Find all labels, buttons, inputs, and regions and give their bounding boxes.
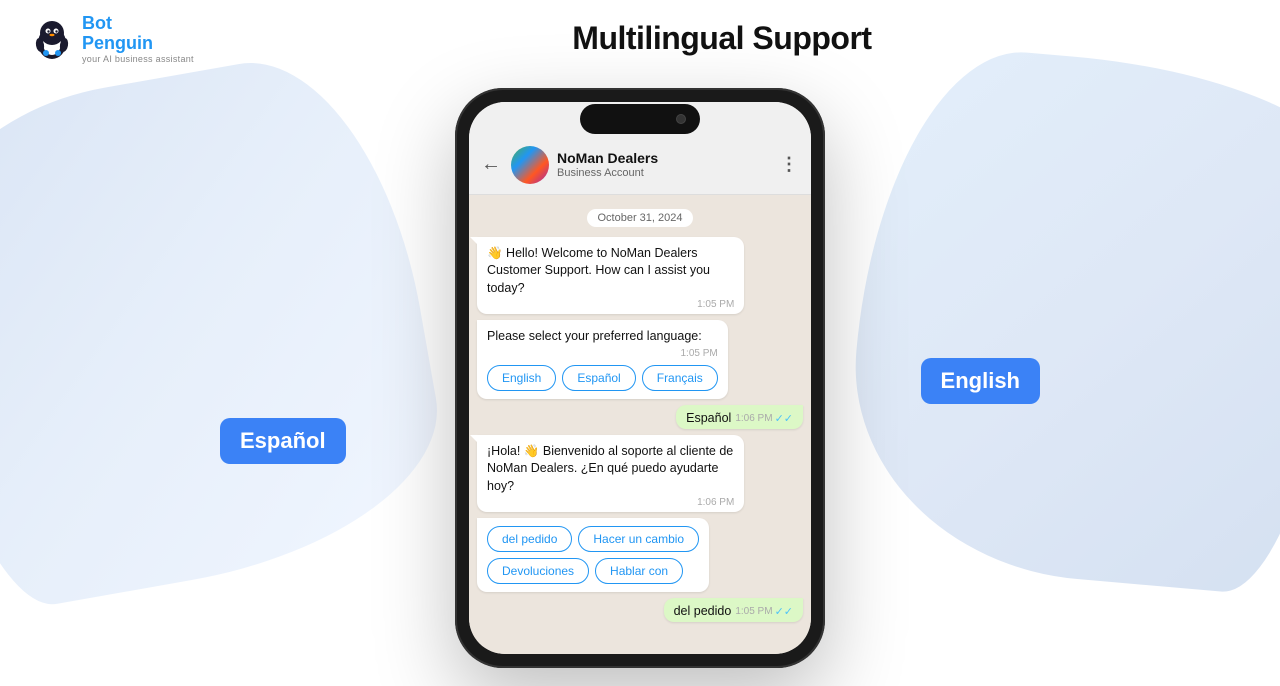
- float-badge-espanol: Español: [220, 418, 346, 464]
- msg-tick: ✓✓: [775, 412, 793, 425]
- msg-outgoing-espanol: Español 1:06 PM ✓✓: [676, 405, 803, 429]
- msg-pedido-time: 1:05 PM: [735, 606, 772, 617]
- msg-spanish-time: 1:06 PM: [487, 497, 734, 508]
- msg-spanish-text: ¡Hola! 👋 Bienvenido al soporte al client…: [487, 443, 734, 496]
- main-content: English Español ← NoMan Dealers Business…: [0, 78, 1280, 668]
- logo-title: BotPenguin: [82, 14, 194, 54]
- msg-pedido-text: del pedido: [674, 604, 732, 618]
- spanish-btn-row1: del pedido Hacer un cambio: [487, 526, 699, 552]
- chat-info: NoMan Dealers Business Account: [557, 150, 772, 179]
- chat-status: Business Account: [557, 167, 772, 179]
- logo-icon: [30, 17, 74, 61]
- header: BotPenguin your AI business assistant Mu…: [0, 0, 1280, 78]
- chat-menu-icon[interactable]: ⋮: [780, 154, 799, 175]
- msg-welcome-text: 👋 Hello! Welcome to NoMan Dealers Custom…: [487, 245, 734, 298]
- float-badge-english: English: [921, 358, 1040, 404]
- msg-lang-time: 1:05 PM: [487, 348, 718, 359]
- chat-messages: October 31, 2024 👋 Hello! Welcome to NoM…: [469, 195, 811, 654]
- msg-outgoing-pedido: del pedido 1:05 PM ✓✓: [664, 598, 803, 622]
- lang-btn-english[interactable]: English: [487, 365, 556, 391]
- btn-hablar[interactable]: Hablar con: [595, 558, 683, 584]
- chat-name: NoMan Dealers: [557, 150, 772, 167]
- lang-btn-espanol[interactable]: Español: [562, 365, 635, 391]
- msg-lang-select: Please select your preferred language: 1…: [477, 320, 728, 399]
- logo-subtitle: your AI business assistant: [82, 54, 194, 64]
- msg-pedido-meta: 1:05 PM ✓✓: [735, 605, 793, 618]
- phone-camera: [676, 114, 686, 124]
- lang-buttons: English Español Français: [487, 365, 718, 391]
- phone-screen: ← NoMan Dealers Business Account ⋮ Octob…: [469, 102, 811, 654]
- msg-pedido-tick: ✓✓: [775, 605, 793, 618]
- spanish-btn-row2: Devoluciones Hablar con: [487, 558, 699, 584]
- btn-del-pedido[interactable]: del pedido: [487, 526, 572, 552]
- date-badge: October 31, 2024: [587, 209, 692, 227]
- msg-spanish-options: del pedido Hacer un cambio Devoluciones …: [477, 518, 709, 592]
- btn-devoluciones[interactable]: Devoluciones: [487, 558, 589, 584]
- msg-lang-text: Please select your preferred language:: [487, 328, 718, 346]
- msg-welcome: 👋 Hello! Welcome to NoMan Dealers Custom…: [477, 237, 744, 315]
- phone-notch: [580, 104, 700, 134]
- btn-hacer-cambio[interactable]: Hacer un cambio: [578, 526, 699, 552]
- page-title: Multilingual Support: [194, 20, 1250, 57]
- phone-mockup: ← NoMan Dealers Business Account ⋮ Octob…: [455, 88, 825, 668]
- lang-btn-francais[interactable]: Français: [642, 365, 718, 391]
- back-icon[interactable]: ←: [481, 153, 501, 176]
- msg-welcome-time: 1:05 PM: [487, 299, 734, 310]
- logo: BotPenguin your AI business assistant: [30, 14, 194, 64]
- msg-outgoing-text: Español: [686, 411, 731, 425]
- avatar-inner: [511, 146, 549, 184]
- msg-spanish-welcome: ¡Hola! 👋 Bienvenido al soporte al client…: [477, 435, 744, 513]
- avatar: [511, 146, 549, 184]
- logo-text: BotPenguin your AI business assistant: [82, 14, 194, 64]
- msg-outgoing-meta: 1:06 PM ✓✓: [735, 412, 793, 425]
- msg-out-time: 1:06 PM: [735, 413, 772, 424]
